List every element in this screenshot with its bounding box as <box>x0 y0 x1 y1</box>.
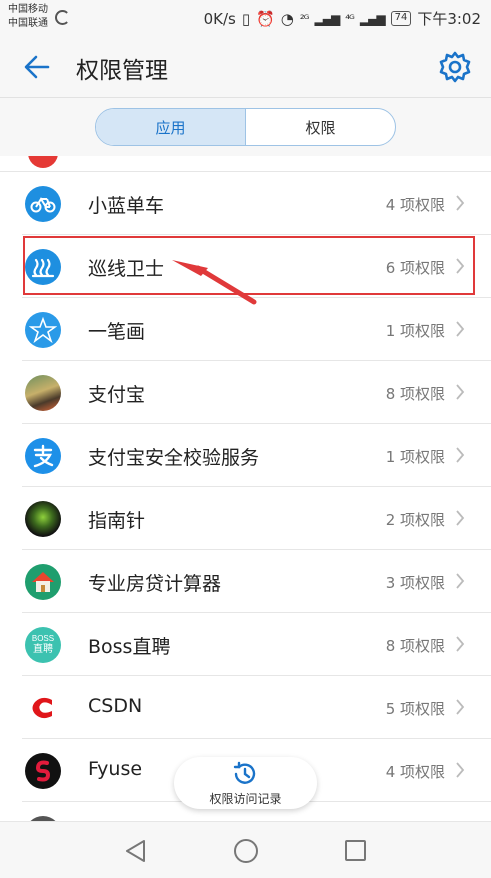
app-name: 支付宝 <box>88 384 146 406</box>
csdn-icon <box>25 690 61 726</box>
permission-count: 2 项权限 <box>385 511 445 529</box>
network-2: ⁴ᴳ <box>345 11 355 26</box>
app-header: 权限管理 <box>0 36 491 98</box>
boss-icon: BOSS 直聘 <box>25 627 61 663</box>
chevron-right-icon <box>456 447 465 463</box>
app-name: 指南针 <box>88 510 146 532</box>
signal-icon-2: ▂▄▆ <box>359 11 386 26</box>
carrier-2: 中国联通 <box>8 18 48 29</box>
tab-apps[interactable]: 应用 <box>96 109 245 145</box>
photo-icon <box>25 375 61 411</box>
battery-icon: 74 <box>390 11 412 26</box>
network-1: ²ᴳ <box>299 11 310 26</box>
permission-count: 8 项权限 <box>385 637 445 655</box>
carrier-info: 中国移动 中国联通 <box>8 3 48 31</box>
chevron-right-icon <box>456 573 465 589</box>
list-item-partial[interactable] <box>0 156 491 172</box>
list-item[interactable]: BOSS 直聘 Boss直聘 8 项权限 <box>22 613 491 676</box>
page-title: 权限管理 <box>76 58 168 84</box>
tab-permissions[interactable]: 权限 <box>245 109 395 145</box>
chevron-right-icon <box>456 762 465 778</box>
bike-icon <box>25 186 61 222</box>
list-item[interactable]: CSDN 5 项权限 <box>22 676 491 739</box>
chevron-right-icon <box>456 699 465 715</box>
chevron-right-icon <box>456 321 465 337</box>
vibrate-icon: ▯ <box>241 9 251 28</box>
compass-icon <box>25 501 61 537</box>
permission-count: 1 项权限 <box>385 322 445 340</box>
star-icon <box>25 312 61 348</box>
app-name: Boss直聘 <box>88 636 171 658</box>
loading-icon <box>55 10 70 25</box>
fab-label: 权限访问记录 <box>209 792 282 806</box>
app-name: 小蓝单车 <box>88 195 165 217</box>
tab-switcher: 应用 权限 <box>95 108 396 146</box>
boss-icon-text-bottom: 直聘 <box>33 644 53 655</box>
alarm-icon: ⏰ <box>256 9 275 28</box>
permission-count: 8 项权限 <box>385 385 445 403</box>
list-item[interactable]: 一笔画 1 项权限 <box>22 298 491 361</box>
list-item[interactable]: 指南针 2 项权限 <box>22 487 491 550</box>
network-speed: 0K/s <box>203 9 236 28</box>
permission-count: 1 项权限 <box>385 448 445 466</box>
list-item[interactable]: 专业房贷计算器 3 项权限 <box>22 550 491 613</box>
nav-back-icon[interactable] <box>124 838 148 864</box>
app-name: 专业房贷计算器 <box>88 573 222 595</box>
signal-icon-1: ▂▄▆ <box>314 11 341 26</box>
wifi-icon: ◔ <box>280 9 294 28</box>
permission-history-button[interactable]: 权限访问记录 <box>174 757 317 809</box>
clock: 下午3:02 <box>417 10 481 28</box>
chevron-right-icon <box>456 510 465 526</box>
alipay-icon <box>25 438 61 474</box>
chevron-right-icon <box>456 195 465 211</box>
back-arrow-icon[interactable] <box>22 52 52 82</box>
app-name: Fyuse <box>88 758 143 780</box>
permission-count: 4 项权限 <box>385 763 445 781</box>
annotation-arrow-icon <box>172 260 257 305</box>
status-icons: 0K/s ▯ ⏰ ◔ ²ᴳ ▂▄▆ ⁴ᴳ ▂▄▆ 74 下午3:02 <box>204 8 481 29</box>
carrier-1: 中国移动 <box>8 4 48 15</box>
nav-recent-icon[interactable] <box>345 840 366 861</box>
fyuse-icon <box>25 753 61 789</box>
nav-home-icon[interactable] <box>234 839 258 863</box>
chevron-right-icon <box>456 636 465 652</box>
app-icon-partial <box>28 156 58 168</box>
list-item[interactable]: 支付宝安全校验服务 1 项权限 <box>22 424 491 487</box>
permission-count: 4 项权限 <box>385 196 445 214</box>
boss-icon-text-top: BOSS <box>31 634 55 643</box>
gear-icon[interactable] <box>438 50 472 84</box>
chevron-right-icon <box>456 384 465 400</box>
permission-count: 3 项权限 <box>385 574 445 592</box>
permission-count: 5 项权限 <box>385 700 445 718</box>
app-name: CSDN <box>88 695 143 717</box>
app-name: 支付宝安全校验服务 <box>88 447 260 469</box>
list-item[interactable]: 支付宝 8 项权限 <box>22 361 491 424</box>
history-icon <box>233 761 256 784</box>
status-bar: 中国移动 中国联通 0K/s ▯ ⏰ ◔ ²ᴳ ▂▄▆ ⁴ᴳ ▂▄▆ 74 下午… <box>0 0 491 36</box>
list-item[interactable]: 小蓝单车 4 项权限 <box>22 172 491 235</box>
house-icon <box>25 564 61 600</box>
navigation-bar <box>0 821 491 878</box>
app-name: 一笔画 <box>88 321 146 343</box>
